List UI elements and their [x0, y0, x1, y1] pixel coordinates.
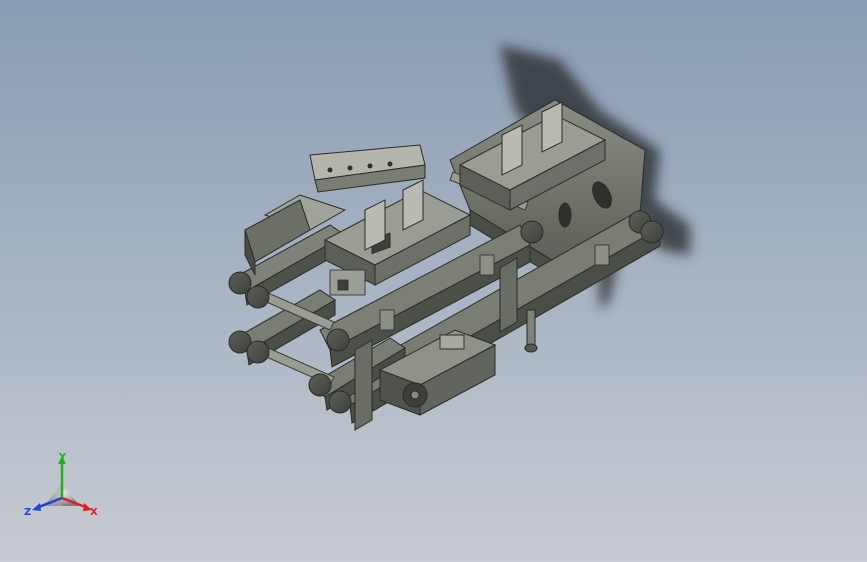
- orientation-triad[interactable]: Y X Z: [22, 448, 104, 524]
- cad-model-render[interactable]: [0, 0, 867, 562]
- x-axis-label: X: [90, 507, 98, 518]
- y-axis-label: Y: [58, 452, 67, 463]
- z-axis-label: Z: [24, 507, 31, 518]
- air-cylinder[interactable]: [309, 144, 426, 193]
- z-axis-arrow: [32, 503, 41, 511]
- graphics-viewport[interactable]: Y X Z: [0, 0, 867, 562]
